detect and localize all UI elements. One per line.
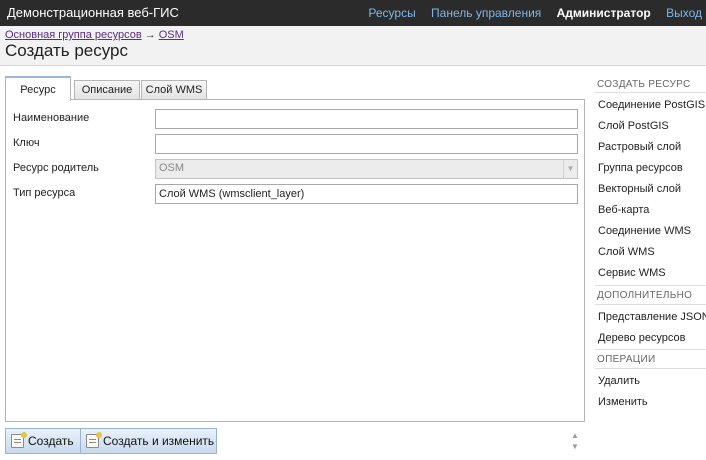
- sidebar-heading-create: СОЗДАТЬ РЕСУРС: [597, 79, 691, 90]
- create-button[interactable]: Создать: [5, 428, 81, 454]
- sidebar-divider: [595, 368, 706, 369]
- form-row-parent: Ресурс родитель OSM ▼: [6, 159, 584, 179]
- new-document-icon: [86, 432, 102, 448]
- key-label: Ключ: [13, 137, 40, 149]
- name-input[interactable]: [155, 109, 578, 129]
- user-name[interactable]: Администратор: [557, 6, 651, 20]
- top-navigation: Ресурсы Панель управления Администратор …: [356, 6, 706, 20]
- tab-wms-layer[interactable]: Слой WMS: [141, 80, 207, 100]
- breadcrumb-item-main-group[interactable]: Основная группа ресурсов: [5, 29, 142, 41]
- sidebar-item-resource-tree[interactable]: Дерево ресурсов: [598, 332, 686, 344]
- sidebar-item-web-map[interactable]: Веб-карта: [598, 204, 649, 216]
- sidebar-heading-operations: ОПЕРАЦИИ: [597, 354, 656, 365]
- create-and-edit-button-label: Создать и изменить: [103, 434, 215, 448]
- sidebar-item-json-view[interactable]: Представление JSON: [598, 311, 706, 323]
- type-label: Тип ресурса: [13, 187, 76, 199]
- breadcrumb-item-osm[interactable]: OSM: [159, 29, 184, 41]
- create-button-label: Создать: [28, 434, 74, 448]
- sidebar-item-vector-layer[interactable]: Векторный слой: [598, 183, 681, 195]
- form-row-key: Ключ: [6, 134, 584, 154]
- sidebar-item-raster-layer[interactable]: Растровый слой: [598, 141, 681, 153]
- sidebar-divider: [595, 304, 706, 305]
- nav-control-panel-link[interactable]: Панель управления: [431, 6, 541, 20]
- sidebar-item-wms-layer[interactable]: Слой WMS: [598, 246, 655, 258]
- page-header: Основная группа ресурсов → OSM Создать рес…: [0, 26, 706, 66]
- sidebar-divider: [595, 285, 706, 286]
- sidebar-item-wms-service[interactable]: Сервис WMS: [598, 267, 666, 279]
- app-title: Демонстрационная веб-ГИС: [7, 5, 179, 20]
- sidebar-divider: [595, 92, 706, 93]
- new-document-icon: [11, 432, 27, 448]
- breadcrumb: Основная группа ресурсов → OSM: [5, 29, 184, 41]
- logout-link[interactable]: Выход: [666, 6, 702, 20]
- sidebar-item-resource-group[interactable]: Группа ресурсов: [598, 162, 683, 174]
- page-title: Создать ресурс: [5, 41, 129, 60]
- tab-description[interactable]: Описание: [74, 80, 140, 100]
- sidebar-item-postgis-connection[interactable]: Соединение PostGIS: [598, 99, 705, 111]
- type-input[interactable]: [155, 184, 578, 204]
- sidebar-item-postgis-layer[interactable]: Слой PostGIS: [598, 120, 669, 132]
- sidebar-item-edit[interactable]: Изменить: [598, 396, 648, 408]
- key-input[interactable]: [155, 134, 578, 154]
- name-label: Наименование: [13, 112, 90, 124]
- form-row-name: Наименование: [6, 109, 584, 129]
- resource-form-panel: Наименование Ключ Ресурс родитель OSM ▼ …: [5, 99, 585, 422]
- form-row-type: Тип ресурса: [6, 184, 584, 204]
- sidebar-item-wms-connection[interactable]: Соединение WMS: [598, 225, 691, 237]
- top-bar: Демонстрационная веб-ГИС Ресурсы Панель …: [0, 0, 706, 26]
- create-and-edit-button[interactable]: Создать и изменить: [80, 428, 217, 454]
- scroll-up-down-icon[interactable]: ▲ ▼: [569, 430, 581, 454]
- sidebar: СОЗДАТЬ РЕСУРС Соединение PostGIS Слой P…: [590, 66, 706, 460]
- sidebar-divider: [595, 349, 706, 350]
- breadcrumb-separator: →: [144, 29, 156, 41]
- sidebar-item-delete[interactable]: Удалить: [598, 375, 640, 387]
- nav-resources-link[interactable]: Ресурсы: [368, 6, 415, 20]
- chevron-down-icon: ▼: [563, 160, 577, 178]
- parent-label: Ресурс родитель: [13, 162, 99, 174]
- parent-select: OSM: [155, 159, 578, 179]
- tab-resource[interactable]: Ресурс: [5, 76, 71, 101]
- sidebar-heading-extra: ДОПОЛНИТЕЛЬНО: [597, 290, 693, 301]
